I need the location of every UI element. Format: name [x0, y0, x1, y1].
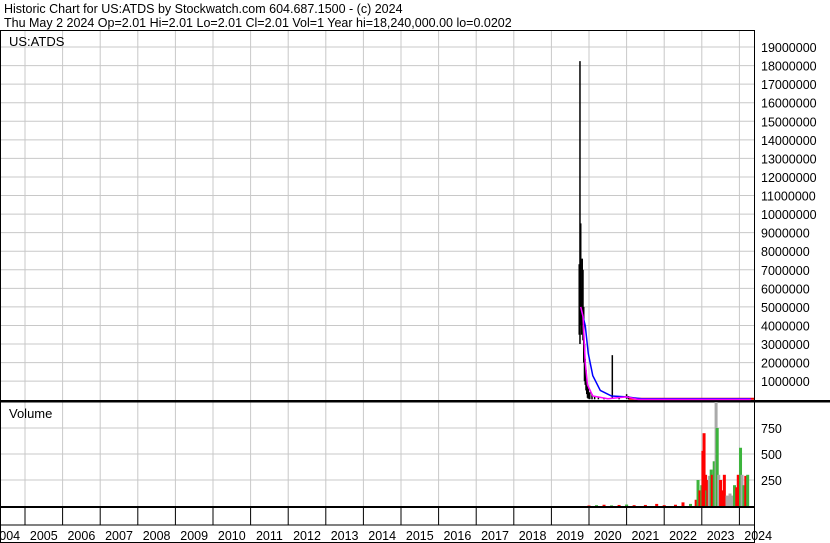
volume-bar — [725, 495, 729, 506]
price-tick-label: 17000000 — [761, 78, 817, 92]
year-tick-label: 2011 — [256, 529, 283, 543]
year-tick-label: 2008 — [143, 529, 171, 543]
volume-bar — [746, 474, 750, 506]
volume-bar — [587, 505, 591, 506]
year-tick-label: 2007 — [105, 529, 133, 543]
volume-bar — [655, 503, 659, 506]
year-tick-label: 2006 — [67, 529, 95, 543]
chart-title: Historic Chart for US:ATDS by Stockwatch… — [4, 2, 403, 16]
price-tick-label: 1000000 — [761, 375, 810, 389]
price-tick-label: 7000000 — [761, 264, 810, 278]
year-tick-label: 2017 — [481, 529, 509, 543]
price-tick-label: 3000000 — [761, 338, 810, 352]
price-tick-label: 19000000 — [761, 41, 817, 55]
volume-bar — [673, 504, 677, 506]
year-tick-label: 2019 — [556, 529, 584, 543]
price-tick-label: 10000000 — [761, 208, 817, 222]
price-tick-label: 5000000 — [761, 301, 810, 315]
year-tick-label: 2021 — [631, 529, 659, 543]
volume-bar — [610, 505, 614, 506]
volume-bar — [643, 504, 647, 506]
year-tick-label: 2023 — [707, 529, 735, 543]
year-tick-label: 2005 — [30, 529, 58, 543]
year-tick-label: 2013 — [331, 529, 359, 543]
year-tick-label: 2016 — [443, 529, 471, 543]
price-tick-label: 18000000 — [761, 60, 817, 74]
volume-label: Volume — [9, 406, 52, 421]
volume-bar — [602, 504, 606, 506]
volume-bar — [689, 503, 693, 506]
year-tick-label: 2012 — [293, 529, 321, 543]
volume-bar — [632, 505, 636, 506]
volume-tick-label: 500 — [761, 448, 782, 462]
year-tick-label: 2009 — [180, 529, 208, 543]
year-tick-label: 2015 — [406, 529, 434, 543]
price-tick-label: 14000000 — [761, 134, 817, 148]
volume-bar — [625, 504, 629, 506]
volume-tick-label: 750 — [761, 422, 782, 436]
chart-window: Historic Chart for US:ATDS by Stockwatch… — [0, 0, 830, 543]
price-tick-label: 9000000 — [761, 227, 810, 241]
price-tick-label: 8000000 — [761, 245, 810, 259]
volume-bar — [722, 474, 726, 506]
year-tick-label: 2010 — [218, 529, 246, 543]
year-tick-label: 2004 — [0, 529, 20, 543]
volume-bar — [662, 505, 666, 506]
volume-bar — [681, 502, 685, 506]
symbol-label: US:ATDS — [9, 34, 65, 49]
price-tick-label: 13000000 — [761, 152, 817, 166]
year-tick-label: 2020 — [594, 529, 622, 543]
price-tick-label: 11000000 — [761, 190, 816, 204]
price-tick-label: 12000000 — [761, 171, 817, 185]
price-tick-label: 2000000 — [761, 357, 810, 371]
volume-tick-label: 250 — [761, 474, 782, 488]
price-tick-label: 6000000 — [761, 282, 810, 296]
year-tick-label: 2024 — [744, 529, 772, 543]
quote-summary: Thu May 2 2024 Op=2.01 Hi=2.01 Lo=2.01 C… — [4, 16, 512, 30]
volume-bar — [728, 493, 732, 506]
volume-bar — [595, 505, 599, 506]
price-tick-label: 15000000 — [761, 115, 817, 129]
price-tick-label: 16000000 — [761, 97, 817, 111]
year-tick-label: 2014 — [368, 529, 396, 543]
price-volume-chart: 1000000 2000000 3000000 4000000 5000000 60000… — [0, 30, 830, 543]
price-tick-label: 4000000 — [761, 319, 810, 333]
year-tick-label: 2018 — [519, 529, 547, 543]
moving-average-fast — [579, 306, 751, 401]
moving-average-slow — [580, 310, 751, 400]
year-tick-label: 2022 — [669, 529, 697, 543]
volume-bar — [617, 504, 621, 506]
